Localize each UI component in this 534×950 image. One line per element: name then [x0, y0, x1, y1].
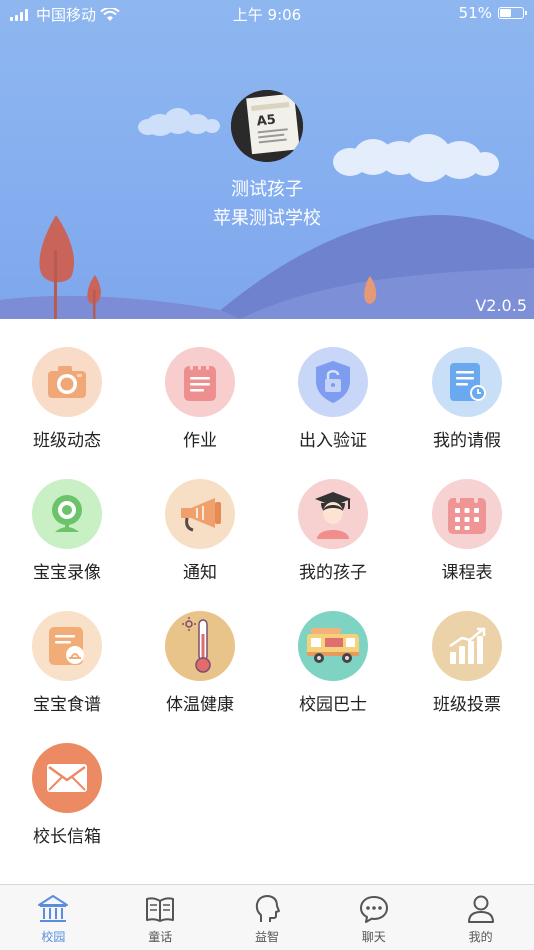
battery-icon [498, 7, 527, 19]
menu-icon-bg [432, 479, 502, 549]
menu-label: 体温健康 [166, 695, 234, 715]
battery-percent: 51% [458, 4, 492, 22]
book-icon [146, 897, 175, 922]
menu-icon-bg [298, 611, 368, 681]
menu-item-schedule[interactable]: 课程表 [400, 452, 534, 583]
menu-label: 我的请假 [433, 431, 501, 451]
tab-label: 校园 [41, 930, 66, 944]
menu-item-baby-recipe[interactable]: 宝宝食谱 [0, 584, 134, 715]
menu-icon-bg [432, 611, 502, 681]
menu-label: 通知 [183, 563, 217, 583]
menu-item-notice[interactable]: 通知 [133, 452, 267, 583]
menu-item-access-verify[interactable]: 出入验证 [266, 320, 400, 451]
status-time: 上午 9:06 [232, 6, 302, 24]
menu-item-school-bus[interactable]: 校园巴士 [266, 584, 400, 715]
menu-label: 班级投票 [433, 695, 501, 715]
menu-icon-bg [298, 479, 368, 549]
megaphone-icon [181, 498, 221, 532]
menu-icon-bg [165, 611, 235, 681]
menu-item-baby-video[interactable]: 宝宝录像 [0, 452, 134, 583]
menu-item-principal-mailbox[interactable]: 校长信箱 [0, 716, 134, 847]
tab-chat[interactable]: 聊天 [320, 885, 427, 950]
leave-document-icon [450, 363, 486, 401]
homework-notebook-icon [184, 362, 216, 401]
vote-chart-icon [449, 627, 486, 664]
camera-icon [48, 366, 86, 398]
tab-fairytale[interactable]: 童话 [107, 885, 214, 950]
menu-label: 出入验证 [299, 431, 367, 451]
menu-item-homework[interactable]: 作业 [133, 320, 267, 451]
tab-mine[interactable]: 我的 [427, 885, 534, 950]
status-right: 51% [458, 4, 527, 22]
menu-label: 校长信箱 [33, 827, 101, 847]
tab-label: 聊天 [361, 930, 386, 944]
menu-icon-bg [165, 479, 235, 549]
menu-label: 班级动态 [33, 431, 101, 451]
menu-icon-bg [32, 479, 102, 549]
menu-icon-bg [298, 347, 368, 417]
menu-label: 宝宝食谱 [33, 695, 101, 715]
avatar-text: A5 [256, 113, 277, 130]
school-bus-icon [307, 628, 359, 663]
menu-item-class-vote[interactable]: 班级投票 [400, 584, 534, 715]
tab-puzzle[interactable]: 益智 [214, 885, 321, 950]
chat-icon [359, 896, 388, 923]
child-avatar[interactable]: A5 [231, 90, 303, 162]
head-icon [255, 895, 280, 922]
app-version: V2.0.5 [475, 296, 527, 315]
profile-header: 中国移动 上午 9:06 51% A5 测试孩子 苹果测试学校 V2.0.5 [0, 0, 534, 319]
menu-label: 校园巴士 [299, 695, 367, 715]
bottom-tab-bar: 校园 童话 益智 聊天 我的 [0, 884, 534, 950]
menu-label: 宝宝录像 [33, 563, 101, 583]
menu-item-temperature-health[interactable]: 体温健康 [133, 584, 267, 715]
child-name: 测试孩子 [231, 179, 303, 200]
recipe-icon [49, 627, 84, 665]
graduate-child-icon [315, 492, 351, 539]
menu-icon-bg [165, 347, 235, 417]
avatar-photo: A5 [231, 90, 303, 162]
tab-label: 我的 [468, 930, 493, 944]
menu-item-my-child[interactable]: 我的孩子 [266, 452, 400, 583]
school-icon [38, 895, 69, 922]
menu-item-my-leave[interactable]: 我的请假 [400, 320, 534, 451]
calendar-icon [448, 493, 486, 534]
menu-icon-bg [432, 347, 502, 417]
mail-icon [47, 764, 87, 792]
tab-label: 益智 [254, 930, 279, 944]
school-name: 苹果测试学校 [213, 208, 321, 229]
menu-icon-bg [32, 347, 102, 417]
menu-icon-bg [32, 611, 102, 681]
menu-label: 我的孩子 [299, 563, 367, 583]
status-bar: 中国移动 上午 9:06 51% [0, 0, 534, 28]
battery-fill [500, 9, 512, 17]
tab-label: 童话 [148, 930, 173, 944]
menu-icon-bg [32, 743, 102, 813]
webcam-icon [52, 495, 82, 532]
menu-label: 作业 [183, 431, 217, 451]
menu-label: 课程表 [441, 563, 493, 583]
shield-lock-icon [316, 361, 350, 403]
thermometer-icon [182, 617, 211, 673]
tab-campus[interactable]: 校园 [0, 885, 107, 950]
menu-item-class-moments[interactable]: 班级动态 [0, 320, 134, 451]
person-icon [467, 895, 494, 923]
